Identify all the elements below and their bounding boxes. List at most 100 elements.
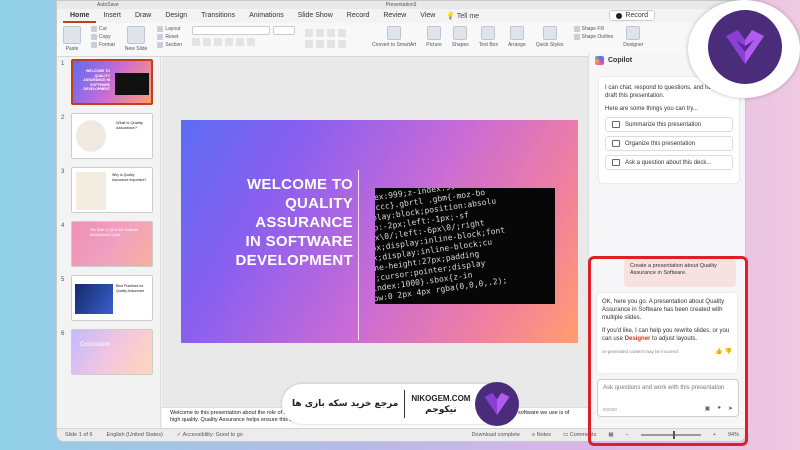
accessibility-label: Accessibility: Good to go	[182, 432, 243, 438]
shape-fill-button[interactable]: Shape Fill	[573, 26, 614, 32]
slide-thumbnail-4[interactable]: The Role of QA in the Software Developme…	[71, 221, 153, 267]
notes-button[interactable]: ≡ Notes	[532, 432, 551, 438]
slide-title[interactable]: WELCOME TO QUALITY ASSURANCE IN SOFTWARE…	[195, 175, 353, 270]
outdent-icon[interactable]	[338, 29, 347, 37]
format-label: Format	[99, 42, 115, 48]
highlight-icon[interactable]	[247, 38, 256, 46]
suggestion-ask[interactable]: Ask a question about this deck...	[605, 155, 733, 170]
question-icon	[612, 159, 620, 166]
tab-view[interactable]: View	[413, 9, 442, 23]
tab-slide-show[interactable]: Slide Show	[291, 9, 340, 23]
code-screen-image[interactable]: -index:999;z-index:99 px #ccc}.gbrtl .gb…	[375, 188, 555, 304]
paste-button[interactable]: Paste	[63, 26, 81, 52]
text-box-button[interactable]: Text Box	[479, 26, 498, 48]
shape-outline-button[interactable]: Shape Outline	[573, 34, 613, 40]
accessibility-status[interactable]: ✓ Accessibility: Good to go	[177, 432, 243, 438]
paragraph-row-1	[305, 29, 347, 37]
layout-icon	[157, 26, 164, 32]
section-label: Section	[165, 42, 183, 48]
reset-button[interactable]: Reset	[157, 34, 182, 40]
autosave-label[interactable]: AutoSave	[97, 1, 119, 9]
banner-persian-name: نیکوجم	[425, 404, 457, 415]
ribbon-home: Paste Cut Copy Format New Slide Layout R…	[57, 23, 745, 57]
thumb-title: WELCOME TO QUALITY ASSURANCE IN SOFTWARE…	[83, 69, 110, 91]
new-slide-button[interactable]: New Slide	[125, 26, 147, 52]
picture-button[interactable]: Picture	[426, 26, 442, 48]
layout-button[interactable]: Layout	[157, 26, 182, 32]
section-button[interactable]: Section	[157, 42, 182, 48]
reset-label: Reset	[165, 34, 179, 40]
current-slide[interactable]: WELCOME TO QUALITY ASSURANCE IN SOFTWARE…	[181, 120, 578, 343]
tell-me-label: Tell me	[456, 13, 480, 20]
justify-icon[interactable]	[338, 40, 347, 48]
arrange-button[interactable]: Arrange	[508, 26, 526, 48]
record-dot-icon	[616, 12, 623, 19]
align-left-icon[interactable]	[305, 40, 314, 48]
comment-icon: ▭	[563, 432, 569, 438]
tab-review[interactable]: Review	[376, 9, 413, 23]
slide-divider-line	[358, 170, 359, 340]
indent-icon[interactable]	[327, 29, 336, 37]
slide-thumbnail-5[interactable]: Best Practices for Quality Assurance	[71, 275, 153, 321]
bullets-icon[interactable]	[305, 29, 314, 37]
font-name-dropdown[interactable]	[192, 26, 271, 35]
paragraph-group	[305, 26, 347, 48]
designer-label: Designer	[623, 42, 644, 48]
italic-icon[interactable]	[203, 38, 212, 46]
thumb-number: 6	[61, 331, 65, 337]
shapes-button[interactable]: Shapes	[452, 26, 469, 48]
copilot-intro-card: I can chat, respond to questions, and he…	[599, 77, 739, 183]
picture-icon	[427, 26, 442, 40]
font-color-icon[interactable]	[236, 38, 245, 46]
language-status[interactable]: English (United States)	[107, 432, 163, 438]
banner-logo-svg	[484, 392, 510, 416]
underline-icon[interactable]	[214, 38, 223, 46]
thumb-title: Conclusion	[80, 342, 110, 348]
slide-thumbnail-1[interactable]: WELCOME TO QUALITY ASSURANCE IN SOFTWARE…	[71, 59, 153, 105]
cut-button[interactable]: Cut	[91, 26, 115, 32]
format-painter-button[interactable]: Format	[91, 42, 115, 48]
thumb-title: Why is Quality Assurance Important?	[112, 173, 147, 182]
tab-record[interactable]: Record	[340, 9, 377, 23]
font-format-row	[192, 38, 295, 46]
code-text: -index:999;z-index:99 px #ccc}.gbrtl .gb…	[375, 188, 508, 304]
quick-styles-button[interactable]: Quick Styles	[536, 26, 564, 48]
tab-draw[interactable]: Draw	[128, 9, 158, 23]
align-center-icon[interactable]	[316, 40, 325, 48]
slide-editing-canvas[interactable]: WELCOME TO QUALITY ASSURANCE IN SOFTWARE…	[162, 57, 588, 429]
title-line-1: WELCOME TO	[246, 176, 353, 193]
pen-icon	[573, 34, 580, 40]
designer-button[interactable]: Designer	[623, 26, 643, 48]
slide-thumbnail-6[interactable]: Conclusion	[71, 329, 153, 375]
suggestion-summarize[interactable]: Summarize this presentation	[605, 117, 733, 132]
tell-me-search[interactable]: 💡 Tell me	[446, 12, 479, 20]
picture-label: Picture	[426, 42, 442, 48]
copilot-logo-icon	[595, 55, 604, 65]
scissors-icon	[91, 26, 97, 32]
copy-button[interactable]: Copy	[91, 34, 115, 40]
tab-home[interactable]: Home	[63, 9, 97, 23]
banner-logo-icon	[475, 382, 519, 426]
thumb-number: 4	[61, 223, 65, 229]
slide-thumbnail-3[interactable]: Why is Quality Assurance Important?	[71, 167, 153, 213]
suggestion-organize[interactable]: Organize this presentation	[605, 136, 733, 151]
thumb-title: What is Quality Assurance?	[116, 120, 143, 130]
record-button[interactable]: Record	[609, 10, 655, 21]
arrange-label: Arrange	[507, 42, 526, 48]
title-bar: AutoSave Presentation3	[57, 1, 745, 9]
convert-smartart-button[interactable]: Convert to SmartArt	[372, 26, 416, 48]
strikethrough-icon[interactable]	[225, 38, 234, 46]
tab-insert[interactable]: Insert	[96, 9, 128, 23]
font-size-dropdown[interactable]	[273, 26, 296, 35]
bold-icon[interactable]	[192, 38, 201, 46]
tab-design[interactable]: Design	[158, 9, 194, 23]
tab-transitions[interactable]: Transitions	[194, 9, 242, 23]
shape-format-group: Shape Fill Shape Outline	[573, 26, 614, 40]
thumb-title: The Role of QA in the Software Developme…	[90, 228, 139, 237]
thumb-image	[115, 73, 149, 95]
align-right-icon[interactable]	[327, 40, 336, 48]
numbering-icon[interactable]	[316, 29, 325, 37]
slide-thumbnail-2[interactable]: What is Quality Assurance?	[71, 113, 153, 159]
thumb-title: Best Practices for Quality Assurance	[116, 284, 145, 293]
tab-animations[interactable]: Animations	[242, 9, 291, 23]
